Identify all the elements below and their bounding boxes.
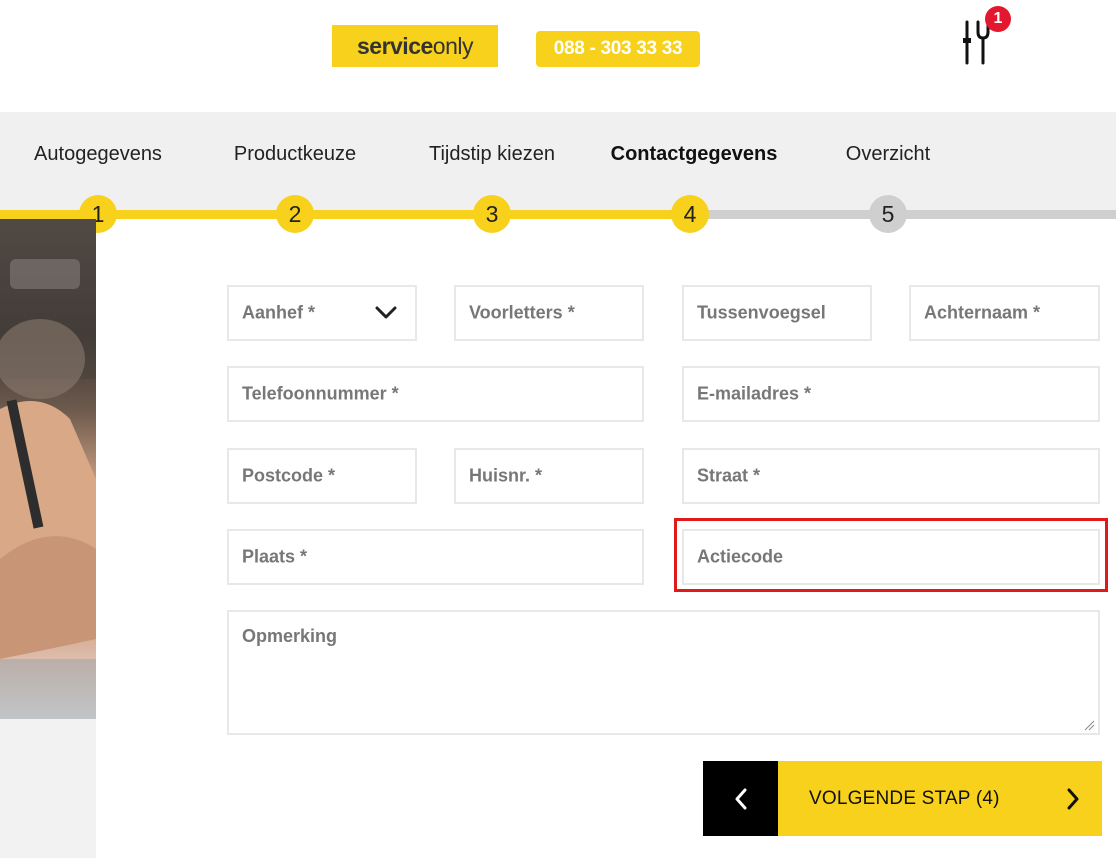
telefoonnummer-placeholder: Telefoonnummer *: [242, 383, 399, 404]
logo-text-light: only: [432, 32, 474, 59]
chevron-right-icon: [1066, 788, 1080, 810]
step-label-tijdstip[interactable]: Tijdstip kiezen: [429, 143, 555, 166]
step-label-contactgegevens: Contactgegevens: [610, 143, 778, 165]
progress-steps: [0, 112, 1116, 216]
step-circle-3[interactable]: 3: [473, 195, 511, 233]
aanhef-placeholder: Aanhef *: [242, 302, 316, 323]
aanhef-select[interactable]: Aanhef *: [227, 285, 417, 341]
step-label-productkeuze[interactable]: Productkeuze: [234, 143, 356, 166]
postcode-placeholder: Postcode *: [242, 465, 336, 486]
huisnr-placeholder: Huisnr. *: [469, 465, 543, 486]
opmerking-placeholder: Opmerking: [242, 626, 338, 646]
email-placeholder: E-mailadres *: [697, 383, 812, 404]
tussenvoegsel-input[interactable]: Tussenvoegsel: [682, 285, 872, 341]
step-circle-2[interactable]: 2: [276, 195, 314, 233]
next-step-label: VOLGENDE STAP (4): [809, 787, 1000, 809]
cart-count-badge: 1: [985, 6, 1011, 32]
postcode-input[interactable]: Postcode *: [227, 448, 417, 504]
step-label-autogegevens[interactable]: Autogegevens: [34, 143, 162, 166]
huisnr-input[interactable]: Huisnr. *: [454, 448, 644, 504]
achternaam-input[interactable]: Achternaam *: [909, 285, 1100, 341]
logo-text-bold: service: [356, 32, 433, 59]
voorletters-input[interactable]: Voorletters *: [454, 285, 644, 341]
previous-step-button[interactable]: [703, 761, 778, 836]
next-step-button[interactable]: VOLGENDE STAP (4): [778, 761, 1102, 836]
telefoonnummer-input[interactable]: Telefoonnummer *: [227, 366, 644, 422]
email-input[interactable]: E-mailadres *: [682, 366, 1100, 422]
site-header: service only 088 - 303 33 33 1: [0, 0, 1116, 112]
chevron-left-icon: [735, 788, 746, 809]
voorletters-placeholder: Voorletters *: [469, 302, 575, 323]
straat-placeholder: Straat *: [697, 465, 761, 486]
step-circle-4: 4: [671, 195, 709, 233]
mechanic-photo: [0, 219, 96, 858]
chevron-down-icon: [375, 306, 397, 320]
step-label-overzicht: Overzicht: [845, 143, 931, 165]
achternaam-placeholder: Achternaam *: [924, 302, 1041, 323]
phone-number-button[interactable]: 088 - 303 33 33: [536, 31, 700, 67]
tussenvoegsel-placeholder: Tussenvoegsel: [697, 302, 826, 323]
plaats-placeholder: Plaats *: [242, 546, 308, 567]
step-circle-5: 5: [869, 195, 907, 233]
plaats-input[interactable]: Plaats *: [227, 529, 644, 585]
opmerking-textarea[interactable]: Opmerking: [227, 610, 1100, 735]
serviceonly-logo[interactable]: service only: [332, 25, 498, 67]
resize-handle-icon[interactable]: [1083, 718, 1095, 731]
actiecode-highlight-outline: [674, 518, 1108, 592]
straat-input[interactable]: Straat *: [682, 448, 1100, 504]
